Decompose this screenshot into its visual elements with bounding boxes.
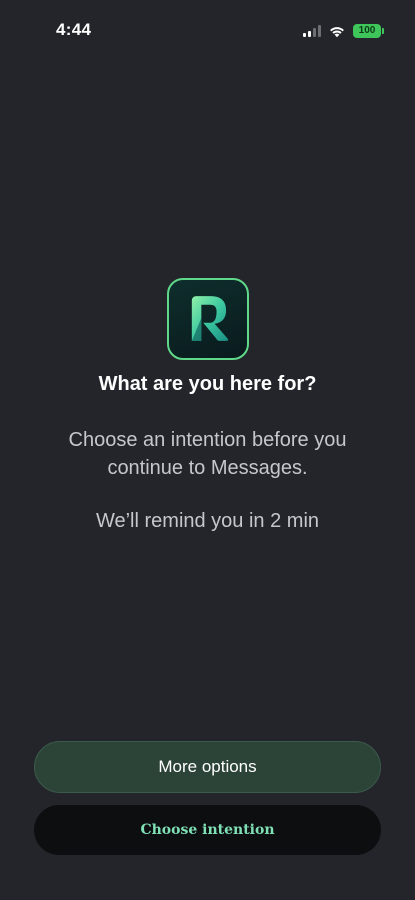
choose-intention-button[interactable]: Choose intention <box>34 805 381 855</box>
page-title: What are you here for? <box>98 373 317 395</box>
intention-description: Choose an intention before you continue … <box>68 429 347 479</box>
status-time: 4:44 <box>56 20 92 39</box>
more-options-button[interactable]: More options <box>34 741 381 793</box>
more-options-label: More options <box>158 757 257 776</box>
app-logo-icon <box>167 278 249 360</box>
status-indicators: 100 <box>303 22 384 40</box>
reminder-text: We’ll remind you in 2 min <box>95 510 320 532</box>
cellular-signal-icon <box>303 25 321 37</box>
wifi-icon <box>330 27 344 38</box>
status-bar: 4:44 100 <box>0 0 415 56</box>
battery-icon: 100 <box>353 24 384 38</box>
intention-prompt-screen: 4:44 100 What are you here for? Choose a… <box>0 0 415 900</box>
battery-level: 100 <box>358 25 376 36</box>
choose-intention-label: Choose intention <box>140 822 275 838</box>
